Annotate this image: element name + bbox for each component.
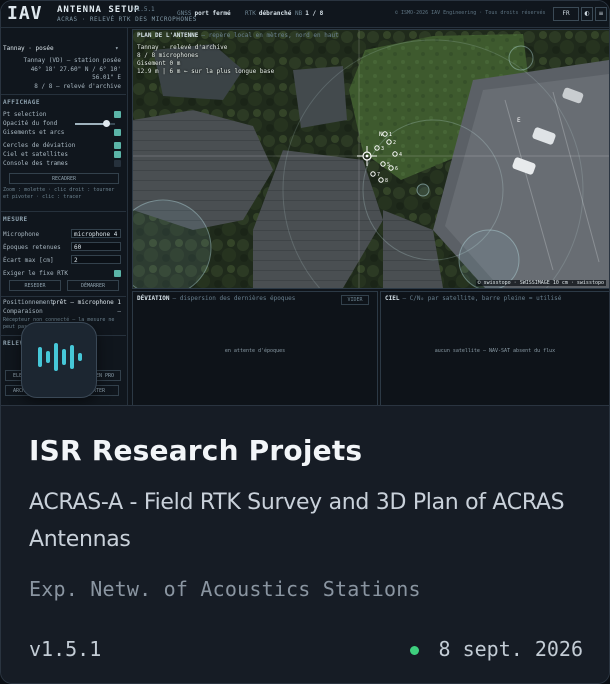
project-description: ACRAS-A - Field RTK Survey and 3D Plan o… [29,490,565,552]
card-info: ISR Research Projets ACRAS-A - Field RTK… [1,405,609,683]
opacity-slider-fill [75,123,107,125]
layer-checkbox-3[interactable] [114,142,121,149]
sky-empty-message: aucun satellite — NAV-SAT absent du flux [434,348,556,354]
max-deviation-input[interactable]: 2 [71,255,121,264]
station-name: Tannay (VD) — station posée [23,57,121,64]
app-icon [21,322,97,398]
mic-marker-5[interactable] [380,161,386,167]
status-gnss: GNSS port fermé [177,10,231,17]
deviation-title: DÉVIATION — dispersion des dernières époq… [137,295,296,302]
layer-label-2: Gisements et arcs [3,129,65,136]
require-fix-label: Exiger le fixe RTK [3,270,69,277]
epochs-input[interactable]: 60 [71,242,121,251]
comparison-label: Comparaison [3,308,43,315]
mic-marker-7[interactable] [370,171,376,177]
app-title: ANTENNA SETUP [57,5,141,15]
opacity-slider-handle[interactable] [103,120,111,127]
sky-title: CIEL — C/N₀ par satellite, barre pleine =… [385,295,562,302]
mic-marker-2[interactable] [386,139,392,145]
mic-label-6: 6 [395,166,398,172]
app-subtitle: ACRAS · RELEVÉ RTK DES MICROPHONES [57,16,197,23]
divider [1,296,126,297]
menu-button[interactable]: ≡ [595,7,607,21]
mic-marker-8[interactable] [378,177,384,183]
status-nb: NB 1 / 8 [295,10,324,17]
deviation-panel: DÉVIATION — dispersion des dernières époq… [132,291,378,405]
mic-label-4: 4 [399,152,402,158]
mic-label-1: 1 [389,132,392,138]
positioning-label: Positionnement [3,299,54,306]
survey-info: 8 / 8 — relevé d'archive [34,83,121,90]
layer-label-1: Opacité du fond [3,120,58,127]
status-rtk: RTK débranché [245,10,292,17]
project-title[interactable]: ISR Research Projets [29,434,362,467]
version-label: v1.5.1 [29,637,102,661]
release-date: 8 sept. 2026 [438,637,584,661]
divider [1,211,126,212]
layer-checkbox-0[interactable] [114,111,121,118]
mic-marker-3[interactable] [374,145,380,151]
require-fix-checkbox[interactable] [114,270,121,277]
project-card[interactable]: IAV ANTENNA SETUP v1.5.1 ACRAS · RELEVÉ … [0,0,610,684]
comparison-value: — [117,308,121,315]
station-select[interactable]: Tannay · posée [3,45,54,52]
app-logo: IAV [7,3,43,24]
layer-checkbox-5[interactable] [114,160,121,167]
opacity-slider[interactable] [75,120,115,127]
mic-select[interactable]: microphone 4 [71,229,121,238]
waveform-icon [38,343,82,371]
mic-label-2: 2 [393,140,396,146]
language-select[interactable]: FR [553,7,579,21]
mic-label-8: 8 [385,178,388,184]
clear-button[interactable]: VIDER [341,295,369,305]
app-version: v1.5.1 [133,6,155,13]
layer-checkbox-4[interactable] [114,151,121,158]
project-tagline: Exp. Netw. of Acoustics Stations [29,577,421,601]
reset-button[interactable]: RESEDER [9,280,61,291]
mic-markers: 12345678 [370,131,402,184]
section-measure-title: MESURE [3,216,28,223]
section-display-title: AFFICHAGE [3,99,41,106]
station-lat: 46° 18' 27.60" N / 6° 10' [30,66,121,73]
chevron-down-icon: ▾ [115,45,119,52]
layer-label-0: Pt selection [3,111,47,118]
mic-label: Microphone [3,231,40,238]
layer-checkbox-2[interactable] [114,129,121,136]
map-attribution: © swisstopo · SWISSIMAGE 10 cm · swissto… [475,280,606,286]
mic-marker-4[interactable] [392,151,398,157]
map-hint: Zoom : molette · clic droit : tourner et… [3,187,115,200]
recenter-button[interactable]: RECADRER [9,173,119,184]
copyright: © ISMO-2026 IAV Engineering · Tous droit… [395,10,546,16]
app-screenshot: IAV ANTENNA SETUP v1.5.1 ACRAS · RELEVÉ … [1,1,609,405]
antenna-plan-map[interactable]: N E PLAN DE L'ANTENNE — repère local en m… [132,29,609,289]
theme-toggle-button[interactable]: ◐ [581,7,593,21]
layer-label-3: Cercles de déviation [3,142,76,149]
mic-marker-1[interactable] [382,131,388,137]
status-dot [410,646,419,655]
deviation-empty-message: en attente d'époques [224,348,286,354]
app-header: IAV ANTENNA SETUP v1.5.1 ACRAS · RELEVÉ … [1,1,609,28]
station-lon: 56.01" E [92,74,121,81]
divider [1,94,126,95]
mic-label-3: 3 [381,146,384,152]
layer-label-5: Console des trames [3,160,69,167]
max-deviation-label: Écart max [cm] [3,257,54,264]
mic-label-7: 7 [377,172,380,178]
positioning-value: prêt — microphone 1 [52,299,121,306]
layer-label-4: Ciel et satellites [3,151,69,158]
start-button[interactable]: DÉMARRER [67,280,119,291]
sky-panel: CIEL — C/N₀ par satellite, barre pleine =… [380,291,609,405]
epochs-label: Époques retenues [3,244,61,251]
mic-marker-6[interactable] [388,165,394,171]
